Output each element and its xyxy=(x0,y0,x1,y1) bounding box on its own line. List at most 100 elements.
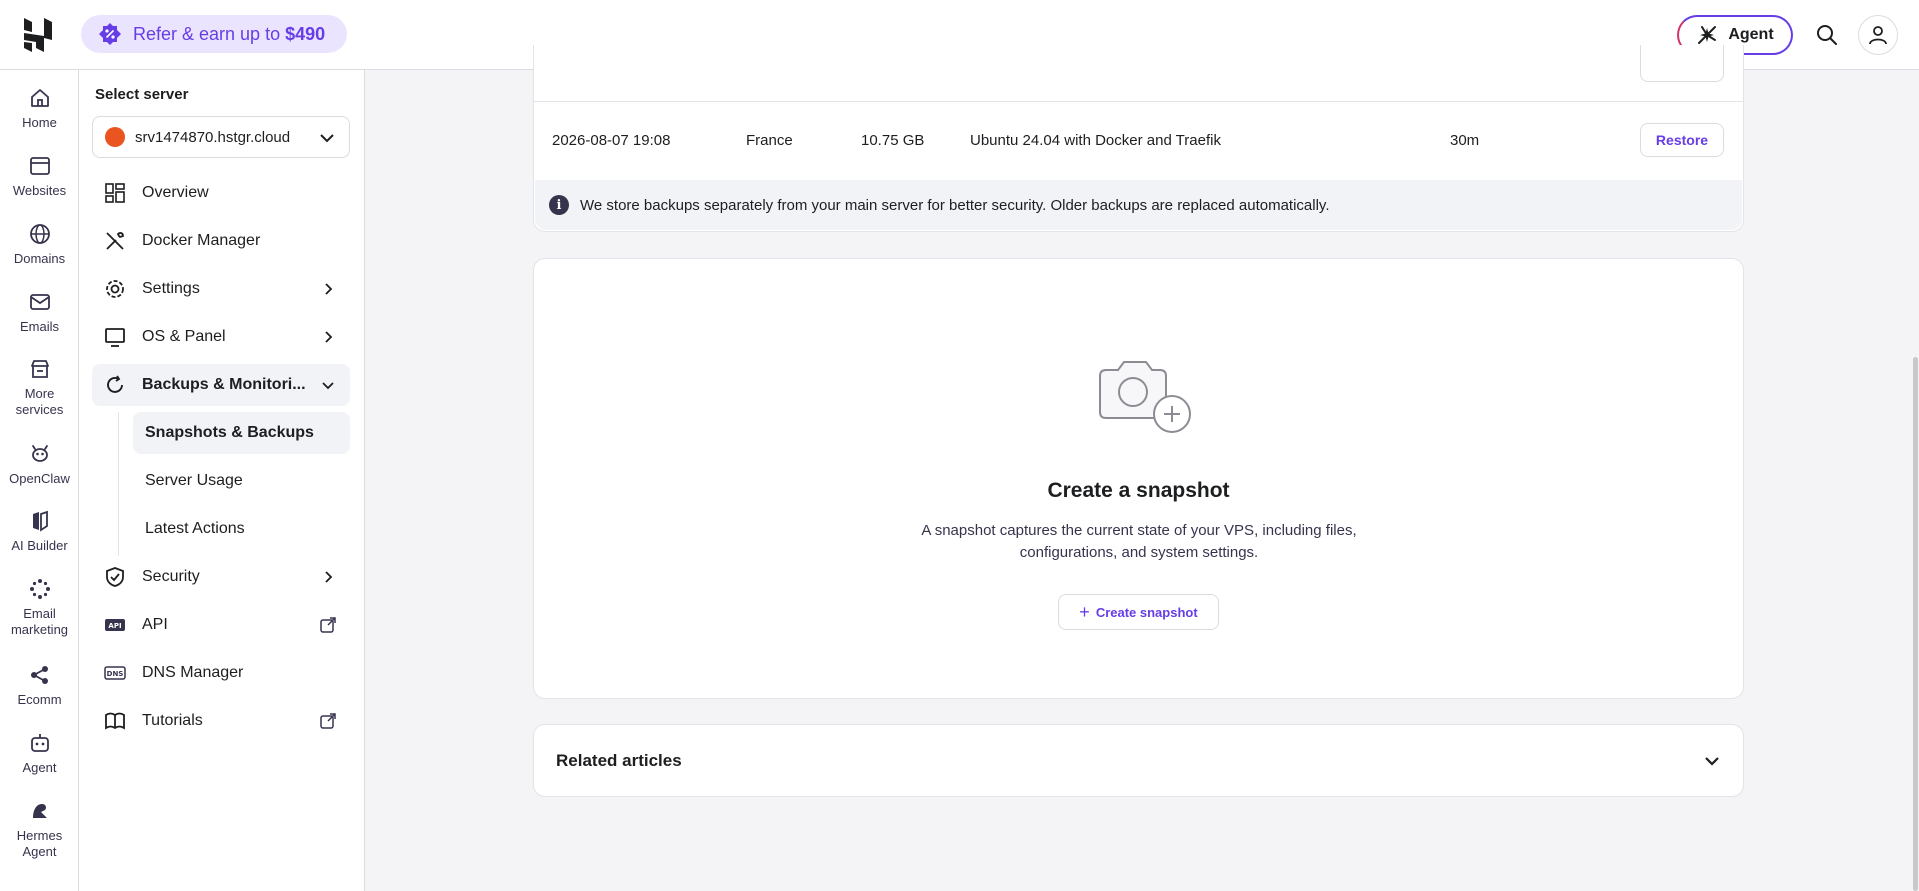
browser-icon xyxy=(29,157,50,175)
rail-label: Agent xyxy=(22,760,57,775)
rail-item-ecomm[interactable]: Ecomm xyxy=(0,664,79,708)
page-scrollbar[interactable] xyxy=(1913,357,1918,891)
nav-label: DNS Manager xyxy=(142,664,244,681)
notice-text: We store backups separately from your ma… xyxy=(580,196,1330,214)
chevron-right-icon xyxy=(325,331,333,343)
rail-item-websites[interactable]: Websites xyxy=(0,155,79,199)
nav-backups-monitoring[interactable]: Backups & Monitori... xyxy=(92,364,350,406)
search-button[interactable] xyxy=(1807,15,1847,55)
nav-api[interactable]: API API xyxy=(92,604,350,646)
chevron-right-icon xyxy=(325,571,333,583)
rail-label: Domains xyxy=(13,251,66,266)
chevron-down-icon xyxy=(322,382,334,390)
rail-item-email-marketing[interactable]: Email marketing xyxy=(0,578,79,638)
rail-item-home[interactable]: Home xyxy=(0,87,79,131)
rail-item-emails[interactable]: Emails xyxy=(0,291,79,335)
nav-settings[interactable]: Settings xyxy=(92,268,350,310)
rail-item-hermes-agent[interactable]: Hermes Agent xyxy=(0,800,79,860)
related-articles-accordion[interactable]: Related articles xyxy=(533,724,1744,797)
rail-label: Websites xyxy=(12,183,67,198)
submenu-line xyxy=(118,412,119,556)
nav-label: Snapshots & Backups xyxy=(145,424,314,441)
select-server-title: Select server xyxy=(95,86,189,103)
restore-button-previous[interactable] xyxy=(1640,45,1724,82)
rail-label: Home xyxy=(22,115,57,130)
ubuntu-icon xyxy=(105,127,125,147)
agent-label: Agent xyxy=(1728,26,1774,43)
book-icon xyxy=(105,712,125,730)
rail-item-ai-builder[interactable]: AI Builder xyxy=(0,510,79,554)
nav-label: Docker Manager xyxy=(142,232,261,249)
rail-label: Email marketing xyxy=(10,606,69,637)
gear-icon xyxy=(106,280,124,298)
nav-security[interactable]: Security xyxy=(92,556,350,598)
email-marketing-icon xyxy=(29,579,50,599)
nav-overview[interactable]: Overview xyxy=(92,172,350,214)
rail-item-domains[interactable]: Domains xyxy=(0,223,79,267)
backup-notice: i We store backups separately from your … xyxy=(535,180,1742,230)
snapshot-card: Create a snapshot A snapshot captures th… xyxy=(533,258,1744,699)
camera-plus-icon xyxy=(1099,361,1191,433)
external-link-icon xyxy=(320,713,336,729)
rail-label: Emails xyxy=(19,319,59,334)
external-link-icon xyxy=(320,617,336,633)
search-icon xyxy=(1817,25,1837,45)
server-sidebar: Select server srv1474870.hstgr.cloud Ove… xyxy=(79,70,365,891)
tools-icon xyxy=(106,232,124,250)
rail-item-more-services[interactable]: More services xyxy=(0,358,79,418)
nav-dns-manager[interactable]: DNS DNS Manager xyxy=(92,652,350,694)
rail-label: More services xyxy=(15,386,64,417)
agent-bot-icon xyxy=(30,734,49,752)
nav-docker-manager[interactable]: Docker Manager xyxy=(92,220,350,262)
backup-os: Ubuntu 24.04 with Docker and Traefik xyxy=(970,132,1221,149)
backup-size: 10.75 GB xyxy=(861,132,925,149)
account-button[interactable] xyxy=(1858,15,1898,55)
svg-text:API: API xyxy=(108,622,121,630)
nav-tutorials[interactable]: Tutorials xyxy=(92,700,350,742)
rail-item-openclaw[interactable]: OpenClaw xyxy=(0,443,79,487)
nav-label: Overview xyxy=(142,184,209,201)
shield-icon xyxy=(106,567,124,587)
chevron-right-icon xyxy=(325,283,333,295)
store-icon xyxy=(30,360,49,378)
dashboard-icon xyxy=(105,183,125,203)
hermes-icon xyxy=(32,804,47,818)
nav-snapshots-backups[interactable]: Snapshots & Backups xyxy=(133,412,350,454)
nav-label: Backups & Monitori... xyxy=(142,376,306,393)
nav-label: Latest Actions xyxy=(145,520,245,537)
refer-amount: $490 xyxy=(285,23,326,44)
create-snapshot-button[interactable]: + Create snapshot xyxy=(1058,594,1219,630)
main-nav-rail: Home Websites Domains Emails More servic… xyxy=(0,70,79,891)
server-select[interactable]: srv1474870.hstgr.cloud xyxy=(92,116,350,158)
nav-label: OS & Panel xyxy=(142,328,226,345)
refer-earn-banner[interactable]: Refer & earn up to $490 xyxy=(81,15,347,53)
plus-icon: + xyxy=(1079,601,1090,622)
user-icon xyxy=(1869,26,1887,45)
rail-label: OpenClaw xyxy=(9,471,70,486)
nav-label: Settings xyxy=(142,280,200,297)
rail-label: Ecomm xyxy=(17,692,62,707)
nav-latest-actions[interactable]: Latest Actions xyxy=(133,508,350,550)
refer-text: Refer & earn up to xyxy=(133,23,281,44)
hostinger-logo[interactable] xyxy=(22,18,54,52)
rail-label: Hermes Agent xyxy=(16,828,63,859)
nav-label: Server Usage xyxy=(145,472,243,489)
backup-location: France xyxy=(746,132,793,149)
refresh-icon xyxy=(107,375,123,393)
nav-os-panel[interactable]: OS & Panel xyxy=(92,316,350,358)
nav-server-usage[interactable]: Server Usage xyxy=(133,460,350,502)
svg-text:DNS: DNS xyxy=(107,670,124,678)
mail-icon xyxy=(29,294,50,310)
nav-label: Security xyxy=(142,568,200,585)
nav-label: API xyxy=(142,616,168,633)
agent-sparkle-icon xyxy=(1698,26,1717,44)
restore-button[interactable]: Restore xyxy=(1640,123,1724,157)
snapshot-title: Create a snapshot xyxy=(1047,479,1230,502)
related-articles-title: Related articles xyxy=(556,751,682,770)
rail-label: AI Builder xyxy=(11,538,68,553)
create-snapshot-label: Create snapshot xyxy=(1095,604,1198,620)
rail-item-agent[interactable]: Agent xyxy=(0,732,79,776)
snapshot-description: A snapshot captures the current state of… xyxy=(921,522,1357,561)
nav-label: Tutorials xyxy=(142,712,203,729)
home-icon xyxy=(30,89,49,107)
